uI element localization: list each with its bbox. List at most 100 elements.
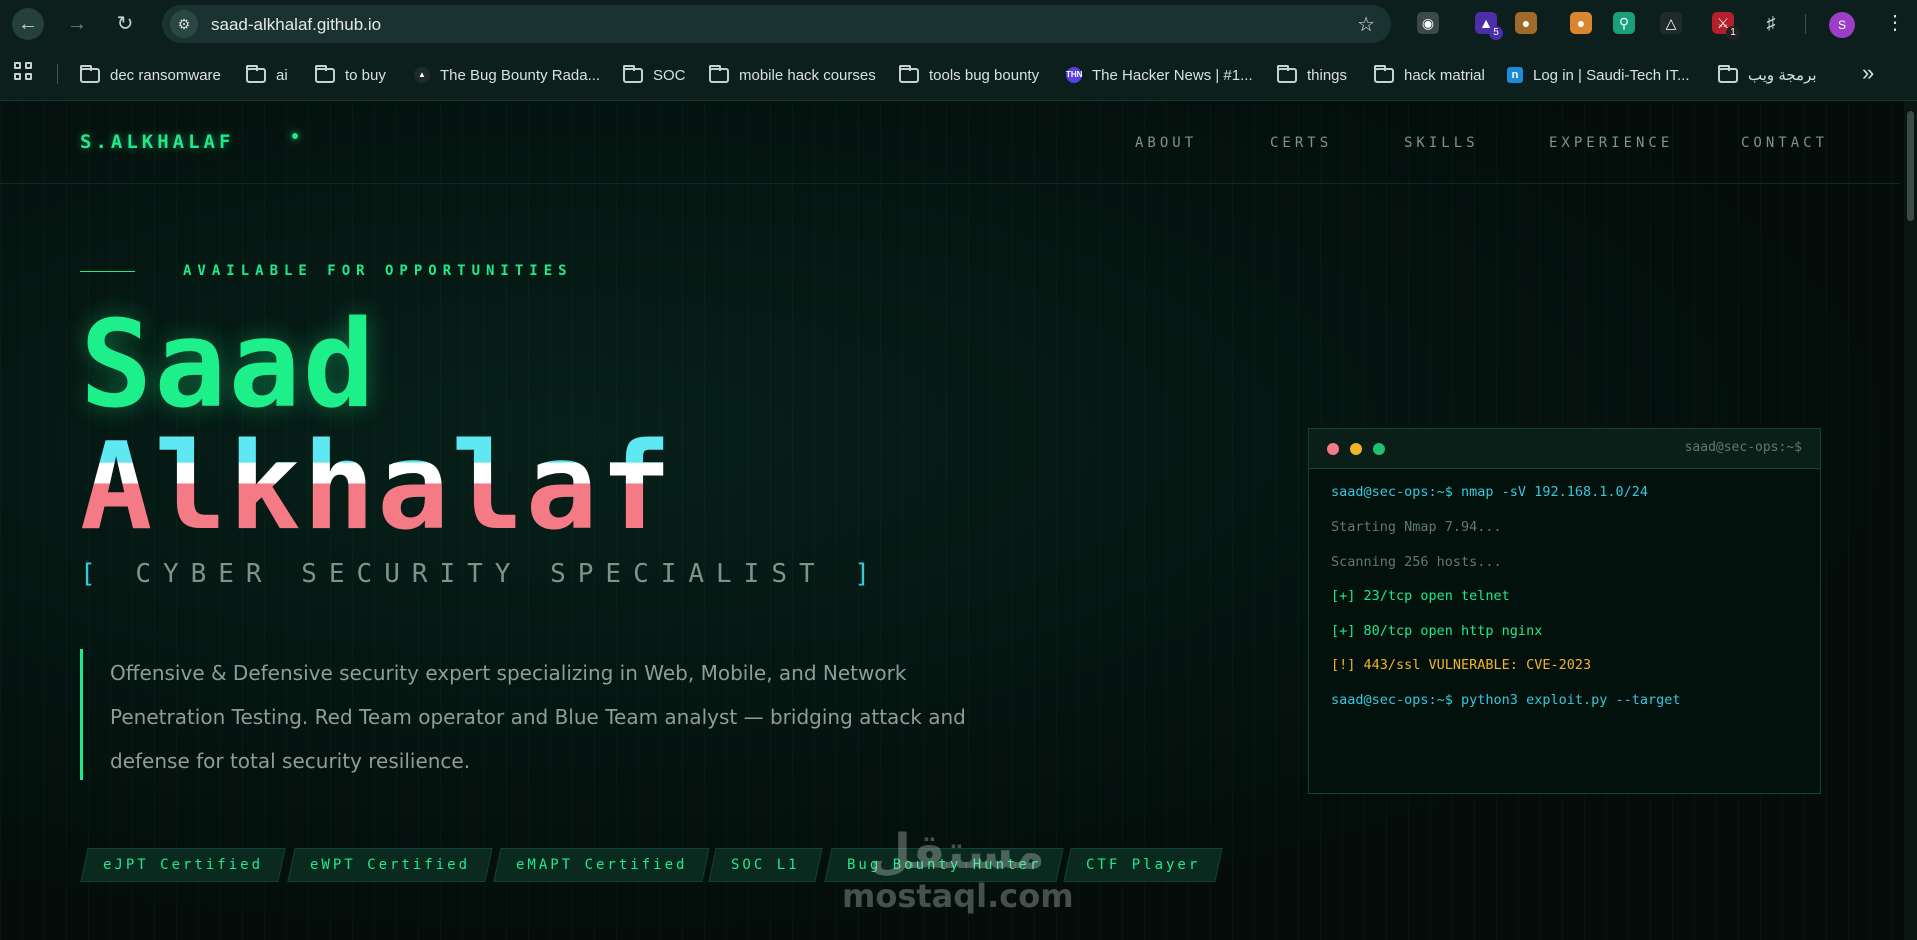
- tag-emapt: eMAPT Certified: [493, 848, 711, 882]
- bookmark-label: Log in | Saudi-Tech IT...: [1533, 66, 1690, 84]
- nav-skills[interactable]: SKILLS: [1404, 135, 1479, 151]
- bookmark-bug-bounty-radar[interactable]: ▲ The Bug Bounty Rada...: [414, 64, 600, 86]
- hero-subtitle: [ CYBER SECURITY SPECIALIST ]: [80, 559, 882, 589]
- site-info-icon[interactable]: ⚙: [170, 10, 198, 38]
- extensions-puzzle-icon[interactable]: ♯: [1760, 12, 1782, 34]
- bookmark-folder-hack-matrial[interactable]: hack matrial: [1374, 64, 1485, 86]
- apps-grid-icon[interactable]: [14, 62, 36, 84]
- nav-experience[interactable]: EXPERIENCE: [1549, 135, 1673, 151]
- saudi-tech-favicon-icon: n: [1507, 67, 1523, 83]
- bookmark-label: SOC: [653, 66, 686, 84]
- bookmark-folder-ai[interactable]: ai: [246, 64, 288, 86]
- tag-ejpt: eJPT Certified: [80, 848, 286, 882]
- shield-extension-icon[interactable]: ⚔ 1: [1712, 12, 1740, 40]
- thn-favicon-icon: THN: [1066, 67, 1082, 83]
- bookmark-label: ai: [276, 66, 288, 84]
- nav-contact[interactable]: CONTACT: [1741, 135, 1828, 151]
- toolbar-divider: [1805, 14, 1806, 34]
- scrollbar-thumb[interactable]: [1907, 111, 1914, 221]
- back-arrow-icon[interactable]: ←: [12, 8, 44, 40]
- folder-icon: [709, 64, 729, 83]
- hero-last-name: Alkhalaf: [80, 418, 674, 557]
- bookmark-folder-mobile-hack-courses[interactable]: mobile hack courses: [709, 64, 876, 86]
- mostaql-watermark: مستقل mostaql.com: [842, 824, 1074, 915]
- profile-avatar[interactable]: S: [1829, 12, 1855, 38]
- bookmark-label: برمجة ويب: [1748, 67, 1817, 84]
- bookmark-label: hack matrial: [1404, 66, 1485, 84]
- minimize-dot-icon: [1350, 443, 1362, 455]
- terminal-titlebar: saad@sec-ops:~$: [1309, 429, 1820, 469]
- cookie-extension-icon[interactable]: ●: [1515, 12, 1537, 34]
- extension-badge: 1: [1726, 26, 1740, 40]
- wappalyzer-extension-icon[interactable]: △: [1660, 12, 1682, 34]
- tag-ewpt: eWPT Certified: [287, 848, 493, 882]
- terminal-line: [!] 443/ssl VULNERABLE: CVE-2023: [1331, 657, 1592, 673]
- hat-extension-icon[interactable]: ▲ 5: [1475, 12, 1503, 40]
- description-accent-bar: [80, 649, 83, 780]
- nav-about[interactable]: ABOUT: [1135, 135, 1197, 151]
- reload-icon[interactable]: ↻: [109, 8, 141, 40]
- terminal-line: saad@sec-ops:~$ python3 exploit.py --tar…: [1331, 692, 1681, 708]
- bookmark-folder-web-programming[interactable]: برمجة ويب: [1718, 64, 1817, 86]
- hero-first-name: Saad: [80, 296, 377, 435]
- subtitle-text: CYBER SECURITY SPECIALIST: [135, 559, 827, 589]
- terminal-line: Starting Nmap 7.94...: [1331, 519, 1502, 535]
- address-bar[interactable]: ⚙ saad-alkhalaf.github.io ☆: [162, 5, 1391, 43]
- folder-icon: [315, 64, 335, 83]
- bookmark-label: things: [1307, 66, 1348, 84]
- bookmark-the-hacker-news[interactable]: THN The Hacker News | #1...: [1066, 64, 1253, 86]
- cookie-editor-extension-icon[interactable]: ●: [1570, 12, 1592, 34]
- terminal-line: [+] 80/tcp open http nginx: [1331, 623, 1543, 639]
- terminal-line: saad@sec-ops:~$ nmap -sV 192.168.1.0/24: [1331, 484, 1648, 500]
- availability-label: AVAILABLE FOR OPPORTUNITIES: [183, 263, 573, 279]
- extension-badge: 5: [1489, 26, 1503, 40]
- bookmark-folder-to-buy[interactable]: to buy: [315, 64, 386, 86]
- hero-description: Offensive & Defensive security expert sp…: [110, 661, 966, 773]
- close-dot-icon: [1327, 443, 1339, 455]
- logo-dot-icon: [292, 133, 298, 139]
- nav-certs[interactable]: CERTS: [1270, 135, 1332, 151]
- availability-line: [80, 271, 135, 272]
- key-extension-icon[interactable]: ⚲: [1613, 12, 1635, 34]
- bookmark-folder-things[interactable]: things: [1277, 64, 1347, 86]
- bookmark-folder-dec-ransomware[interactable]: dec ransomware: [80, 64, 221, 86]
- camera-extension-icon[interactable]: ◉: [1417, 12, 1439, 34]
- terminal-title: saad@sec-ops:~$: [1684, 440, 1802, 455]
- page-scrollbar[interactable]: [1904, 101, 1917, 940]
- bookmark-star-icon[interactable]: ☆: [1357, 12, 1375, 37]
- site-logo[interactable]: S.ALKHALAF: [80, 131, 298, 153]
- bookmark-saudi-tech-login[interactable]: n Log in | Saudi-Tech IT...: [1507, 64, 1689, 86]
- browser-toolbar: ← → ↻ ⚙ saad-alkhalaf.github.io ☆ ◉ ▲ 5 …: [0, 0, 1917, 48]
- more-bookmarks-chevron-icon[interactable]: »: [1862, 60, 1874, 86]
- menu-kebab-icon[interactable]: ⋮: [1885, 10, 1905, 35]
- bookmark-folder-soc[interactable]: SOC: [623, 64, 686, 86]
- bookmarks-divider: [57, 64, 58, 84]
- folder-icon: [899, 64, 919, 83]
- bookmark-label: tools bug bounty: [929, 66, 1040, 84]
- folder-icon: [623, 64, 643, 83]
- portfolio-page: S.ALKHALAF ABOUT CERTS SKILLS EXPERIENCE…: [0, 101, 1917, 940]
- site-header: S.ALKHALAF ABOUT CERTS SKILLS EXPERIENCE…: [0, 101, 1900, 184]
- bookmark-label: to buy: [345, 66, 386, 84]
- url-text[interactable]: saad-alkhalaf.github.io: [211, 15, 381, 35]
- watermark-latin: mostaql.com: [842, 877, 1074, 915]
- folder-icon: [246, 64, 266, 83]
- folder-icon: [1718, 64, 1738, 83]
- watermark-arabic: مستقل: [869, 824, 1045, 880]
- folder-icon: [1277, 64, 1297, 83]
- bookmark-folder-tools-bug-bounty[interactable]: tools bug bounty: [899, 64, 1039, 86]
- maximize-dot-icon: [1373, 443, 1385, 455]
- forward-arrow-icon[interactable]: →: [61, 8, 93, 40]
- terminal-line: [+] 23/tcp open telnet: [1331, 588, 1510, 604]
- tag-ctf-player: CTF Player: [1063, 848, 1223, 882]
- bookmarks-bar: dec ransomware ai to buy ▲ The Bug Bounty…: [0, 48, 1917, 101]
- radar-favicon-icon: ▲: [414, 67, 430, 83]
- subtitle-open-bracket: [: [80, 559, 108, 589]
- bookmark-label: dec ransomware: [110, 66, 221, 84]
- tag-soc-l1: SOC L1: [708, 848, 823, 882]
- subtitle-close-bracket: ]: [854, 559, 882, 589]
- terminal-window: saad@sec-ops:~$ saad@sec-ops:~$ nmap -sV…: [1308, 428, 1821, 794]
- terminal-line: Scanning 256 hosts...: [1331, 554, 1502, 570]
- bookmark-label: The Bug Bounty Rada...: [440, 66, 601, 84]
- bookmark-label: The Hacker News | #1...: [1092, 66, 1253, 84]
